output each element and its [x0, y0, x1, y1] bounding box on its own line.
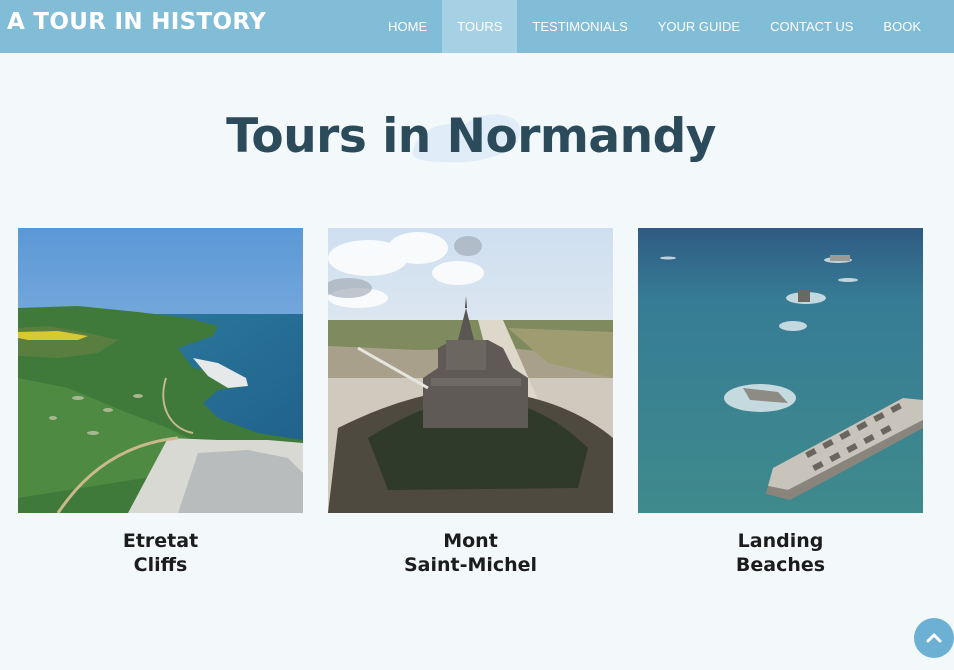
nav-home[interactable]: HOME: [373, 0, 442, 53]
tour-card-title[interactable]: Etretat Cliffs: [18, 529, 303, 577]
title-section: Tours in Normandy: [0, 100, 954, 180]
nav-contact-us[interactable]: CONTACT US: [755, 0, 868, 53]
tour-card-mont-saint-michel[interactable]: Mont Saint-Michel: [328, 228, 613, 577]
etretat-cliffs-image[interactable]: [18, 228, 303, 513]
nav-your-guide[interactable]: YOUR GUIDE: [643, 0, 755, 53]
tour-card-title[interactable]: Landing Beaches: [638, 529, 923, 577]
nav-book[interactable]: BOOK: [868, 0, 936, 53]
site-brand[interactable]: A TOUR IN HISTORY: [7, 9, 266, 35]
chevron-up-icon: [926, 633, 942, 643]
back-to-top-button[interactable]: [914, 618, 954, 658]
tour-card-etretat[interactable]: Etretat Cliffs: [18, 228, 303, 577]
tour-card-title[interactable]: Mont Saint-Michel: [328, 529, 613, 577]
mont-saint-michel-image[interactable]: [328, 228, 613, 513]
nav-tours[interactable]: TOURS: [442, 0, 518, 53]
tour-card-landing-beaches[interactable]: Landing Beaches: [638, 228, 923, 577]
navbar: A TOUR IN HISTORY HOME TOURS TESTIMONIAL…: [0, 0, 954, 53]
landing-beaches-image[interactable]: [638, 228, 923, 513]
nav-menu: HOME TOURS TESTIMONIALS YOUR GUIDE CONTA…: [373, 0, 936, 53]
nav-testimonials[interactable]: TESTIMONIALS: [517, 0, 642, 53]
page-title: Tours in Normandy: [226, 109, 716, 164]
